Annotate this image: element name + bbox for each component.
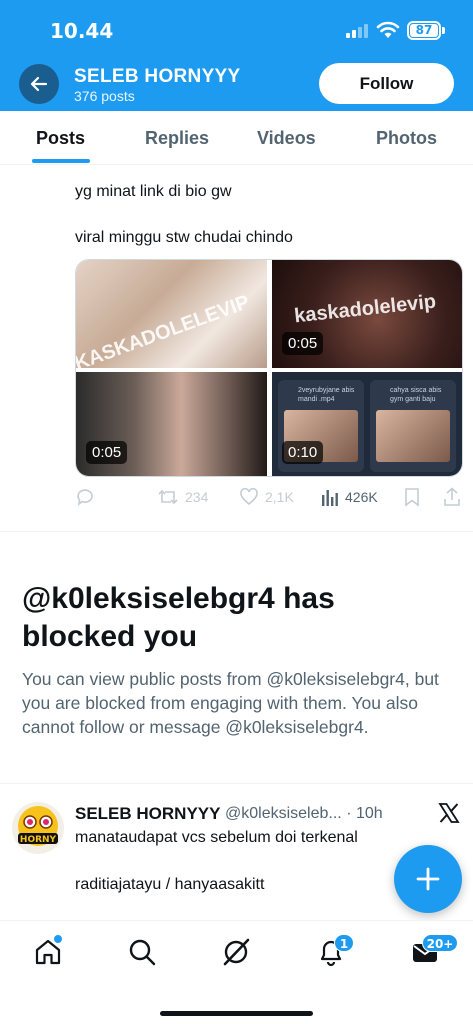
battery-icon: 87 — [407, 21, 441, 40]
profile-name: SELEB HORNYYY — [74, 66, 241, 87]
plus-icon — [416, 867, 440, 891]
profile-tabs: Posts Replies Videos Photos — [0, 111, 473, 165]
avatar-text: HORNY — [20, 835, 57, 845]
divider — [0, 783, 473, 784]
tweet-author-meta: @k0leksiseleb... · 10h — [225, 805, 383, 823]
divider — [0, 531, 473, 532]
post-count: 376 posts — [74, 88, 135, 104]
back-button[interactable] — [19, 64, 59, 104]
search-icon — [129, 939, 156, 966]
profile-header: 10.44 87 SELEB HORNYYY 376 posts Follow — [0, 0, 473, 111]
cellular-signal-icon — [346, 24, 368, 38]
views-button[interactable]: 426K — [321, 487, 378, 507]
tab-photos[interactable]: Photos — [376, 128, 437, 149]
bottom-navigation: 1 20+ — [0, 920, 473, 1024]
x-logo-icon[interactable] — [438, 802, 460, 824]
video-duration: 0:05 — [282, 332, 324, 355]
video-thumbnail[interactable]: kaskadolelevip 0:05 — [272, 260, 462, 368]
tweet-actions: 234 2,1K 426K — [75, 487, 465, 509]
heart-icon — [240, 487, 258, 506]
tab-posts[interactable]: Posts — [36, 128, 85, 149]
tweet-text-line: manataudapat vcs sebelum doi terkenal — [75, 829, 358, 846]
bookmark-icon — [405, 488, 419, 507]
video-duration: 0:05 — [86, 441, 128, 464]
tab-videos[interactable]: Videos — [257, 128, 316, 149]
nav-search[interactable] — [127, 937, 157, 967]
grok-icon — [223, 938, 250, 966]
video-thumbnail[interactable]: 0:05 — [76, 372, 267, 476]
avatar[interactable]: HORNY — [12, 802, 64, 854]
video-duration: 0:10 — [282, 441, 324, 464]
meta-separator: · — [346, 805, 352, 822]
retweet-icon — [158, 489, 178, 505]
share-button[interactable] — [443, 487, 461, 507]
media-watermark: kaskadolelevip — [293, 290, 438, 328]
tweet-text-line: raditiajatayu / hanyaasakitt — [75, 876, 265, 893]
bookmark-button[interactable] — [403, 487, 421, 507]
tweet-author-handle[interactable]: @k0leksiseleb... — [225, 805, 342, 822]
analytics-icon — [322, 490, 338, 506]
blocked-body: You can view public posts from @k0leksis… — [22, 669, 439, 737]
view-count: 426K — [345, 489, 378, 505]
wifi-icon — [376, 21, 400, 38]
messages-badge: 20+ — [422, 934, 458, 952]
active-tab-indicator — [32, 159, 90, 163]
retweet-count: 234 — [185, 489, 209, 505]
video-thumbnail[interactable]: 2veyrubyjane abis mandi .mp4 cahya sisca… — [272, 372, 462, 476]
tweet-time: 10h — [355, 805, 383, 822]
share-icon — [444, 487, 460, 506]
inner-card: cahya sisca abis gym ganti baju — [370, 380, 456, 472]
nav-grok[interactable] — [221, 937, 251, 967]
battery-level: 87 — [410, 24, 438, 37]
like-count: 2,1K — [265, 489, 294, 505]
media-grid: KASKADOLELEVIP kaskadolelevip 0:05 0:05 … — [75, 259, 463, 477]
avatar-emoji-image: HORNY — [18, 806, 58, 846]
compose-button[interactable] — [394, 845, 462, 913]
tweet-text-line: viral minggu stw chudai chindo — [75, 229, 293, 246]
arrow-left-icon — [30, 76, 48, 92]
blocked-title: @k0leksiselebgr4 has blocked you — [22, 582, 335, 653]
home-unread-dot — [54, 935, 62, 943]
home-indicator — [160, 1011, 313, 1016]
media-watermark: KASKADOLELEVIP — [76, 291, 253, 368]
status-bar: 10.44 87 — [0, 0, 473, 56]
notifications-badge: 1 — [334, 934, 354, 952]
retweet-button[interactable]: 234 — [157, 487, 208, 507]
inner-card-caption: 2veyrubyjane abis mandi .mp4 — [298, 387, 355, 403]
status-time: 10.44 — [50, 19, 114, 43]
reply-icon — [77, 489, 93, 506]
tweet-text-line: yg minat link di bio gw — [75, 183, 232, 200]
like-button[interactable]: 2,1K — [239, 487, 294, 507]
inner-card-thumb — [376, 410, 450, 462]
follow-button[interactable]: Follow — [319, 63, 454, 104]
tweet-author-name[interactable]: SELEB HORNYYY — [75, 804, 220, 824]
tab-replies[interactable]: Replies — [145, 128, 209, 149]
reply-button[interactable] — [75, 487, 95, 507]
media-thumbnail[interactable]: KASKADOLELEVIP — [76, 260, 267, 368]
inner-card-caption: cahya sisca abis gym ganti baju — [390, 387, 442, 403]
battery-tip — [442, 27, 445, 34]
